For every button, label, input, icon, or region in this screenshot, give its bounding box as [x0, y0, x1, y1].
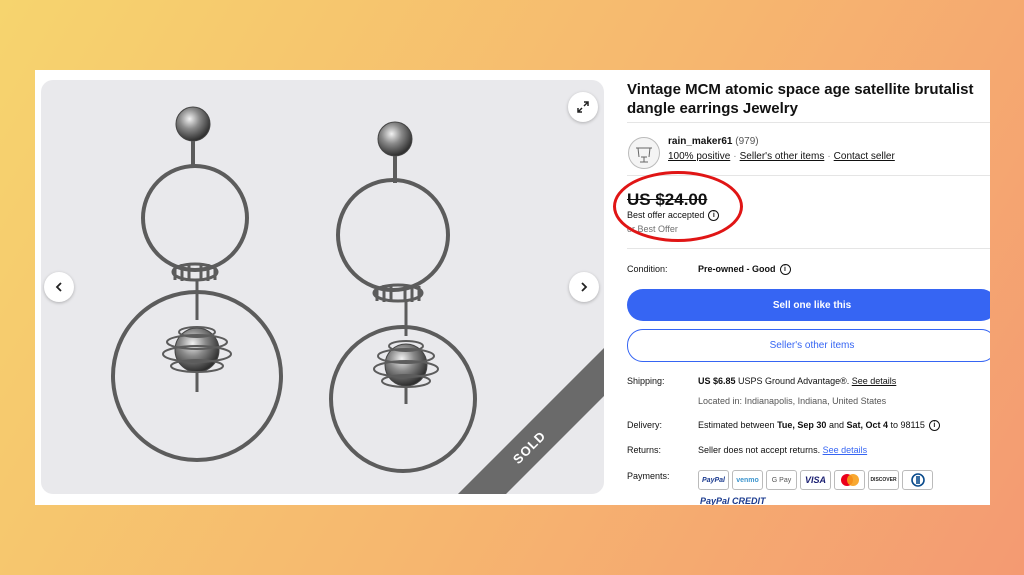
- expand-icon: [577, 101, 589, 113]
- delivery-prefix: Estimated between: [698, 420, 775, 430]
- delivery-end: Sat, Oct 4: [846, 420, 888, 430]
- info-icon[interactable]: i: [779, 264, 791, 276]
- delivery-zip: to 98115: [890, 420, 925, 430]
- sellers-other-items-button[interactable]: Seller's other items: [627, 329, 990, 362]
- returns-value: Seller does not accept returns. See deta…: [698, 445, 867, 455]
- seller-name-link[interactable]: rain_maker61: [668, 136, 733, 147]
- google-pay-icon: G Pay: [766, 470, 797, 490]
- info-icon[interactable]: i: [928, 420, 940, 432]
- divider: [627, 122, 990, 123]
- divider: [627, 248, 990, 249]
- next-image-button[interactable]: [569, 272, 599, 302]
- listing-title: Vintage MCM atomic space age satellite b…: [627, 81, 974, 117]
- separator: ·: [733, 151, 737, 162]
- diners-club-icon: [902, 470, 933, 490]
- condition-value: Pre-owned - Good i: [698, 264, 791, 276]
- seller-feedback-count: (979): [735, 136, 759, 147]
- condition-text: Pre-owned - Good: [698, 264, 776, 274]
- shipping-cost: US $6.85: [698, 376, 736, 386]
- price-highlight-circle: [613, 171, 743, 242]
- delivery-start: Tue, Sep 30: [777, 420, 827, 430]
- visa-icon: VISA: [800, 470, 831, 490]
- item-location: Located in: Indianapolis, Indiana, Unite…: [698, 396, 887, 406]
- seller-name-line: rain_maker61 (979): [668, 136, 759, 147]
- chevron-right-icon: [581, 282, 588, 292]
- chevron-left-icon: [55, 282, 62, 292]
- seller-positive-link[interactable]: 100% positive: [668, 151, 730, 162]
- shipping-details-link[interactable]: See details: [852, 376, 897, 386]
- shipping-service: USPS Ground Advantage®.: [738, 376, 850, 386]
- paypal-credit-logo: PayPal CREDIT: [700, 496, 766, 505]
- payment-methods: PayPal venmo G Pay VISA DISCOVER: [698, 470, 933, 490]
- seller-other-items-link[interactable]: Seller's other items: [740, 151, 825, 162]
- returns-label: Returns:: [627, 445, 662, 455]
- image-gallery[interactable]: SOLD: [41, 80, 604, 494]
- listing-card: SOLD Vintage MCM atomic space age satell…: [35, 70, 990, 505]
- discover-icon: DISCOVER: [868, 470, 899, 490]
- returns-text: Seller does not accept returns.: [698, 445, 821, 455]
- expand-button[interactable]: [568, 92, 598, 122]
- prev-image-button[interactable]: [44, 272, 74, 302]
- sell-one-like-this-button[interactable]: Sell one like this: [627, 289, 990, 321]
- seller-logo-icon: [636, 147, 652, 163]
- separator: ·: [827, 151, 831, 162]
- delivery-value: Estimated between Tue, Sep 30 and Sat, O…: [698, 420, 940, 432]
- returns-details-link[interactable]: See details: [823, 445, 868, 455]
- seller-links: 100% positive · Seller's other items · Conta…: [668, 151, 895, 162]
- mastercard-icon: [834, 470, 865, 490]
- contact-seller-link[interactable]: Contact seller: [834, 151, 895, 162]
- seller-avatar[interactable]: [628, 137, 660, 169]
- shipping-value: US $6.85 USPS Ground Advantage®. See det…: [698, 376, 896, 386]
- condition-label: Condition:: [627, 264, 668, 274]
- listing-info-panel: Vintage MCM atomic space age satellite b…: [613, 70, 990, 505]
- delivery-and: and: [828, 420, 844, 430]
- delivery-label: Delivery:: [627, 420, 663, 430]
- payments-label: Payments:: [627, 471, 670, 481]
- shipping-label: Shipping:: [627, 376, 665, 386]
- paypal-icon: PayPal: [698, 470, 729, 490]
- venmo-icon: venmo: [732, 470, 763, 490]
